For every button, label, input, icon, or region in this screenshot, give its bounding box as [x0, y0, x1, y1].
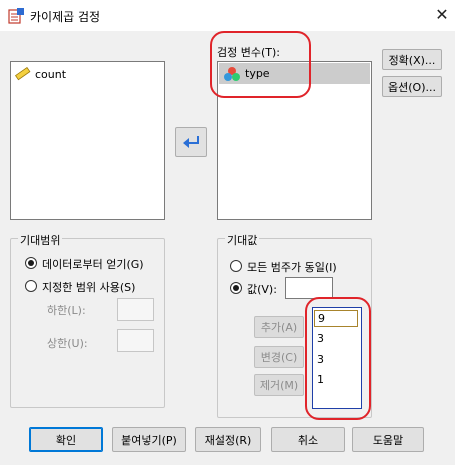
options-button[interactable]: 옵션(O)... [382, 76, 442, 97]
exact-button[interactable]: 정확(X)... [382, 49, 442, 70]
highlight-ring [305, 297, 371, 420]
reset-button[interactable]: 재설정(R) [195, 427, 261, 452]
variable-label: count [35, 67, 67, 81]
ok-button[interactable]: 확인 [29, 427, 103, 452]
radio-label: 값(V): [247, 283, 277, 296]
app-icon [8, 8, 24, 24]
source-variable-list[interactable]: count [10, 61, 165, 220]
cancel-button[interactable]: 취소 [271, 427, 345, 452]
move-variable-button[interactable] [175, 127, 207, 157]
use-range-radio[interactable] [25, 280, 37, 292]
lower-label: 하한(L): [47, 304, 86, 317]
change-button[interactable]: 변경(C) [254, 346, 304, 368]
radio-label: 지정한 범위 사용(S) [42, 281, 136, 294]
help-button[interactable]: 도움말 [352, 427, 424, 452]
radio-label: 데이터로부터 얻기(G) [42, 258, 144, 271]
value-input[interactable] [285, 277, 333, 299]
paste-button[interactable]: 붙여넣기(P) [112, 427, 186, 452]
group-label: 기대범위 [18, 232, 63, 248]
close-icon[interactable]: ✕ [431, 4, 453, 26]
upper-label: 상한(U): [47, 337, 88, 350]
upper-input[interactable] [117, 329, 154, 352]
radio-label: 모든 범주가 동일(I) [247, 261, 337, 274]
arrow-left-icon [183, 136, 199, 148]
list-item[interactable]: count [15, 66, 66, 82]
all-equal-radio[interactable] [230, 260, 242, 272]
lower-input[interactable] [117, 298, 154, 321]
group-label: 기대값 [225, 232, 260, 248]
ruler-icon [15, 67, 31, 81]
window-title: 카이제곱 검정 [30, 10, 101, 24]
values-radio[interactable] [230, 282, 242, 294]
from-data-radio[interactable] [25, 257, 37, 269]
add-button[interactable]: 추가(A) [254, 316, 304, 338]
remove-button[interactable]: 제거(M) [254, 374, 304, 396]
highlight-ring [210, 31, 311, 98]
